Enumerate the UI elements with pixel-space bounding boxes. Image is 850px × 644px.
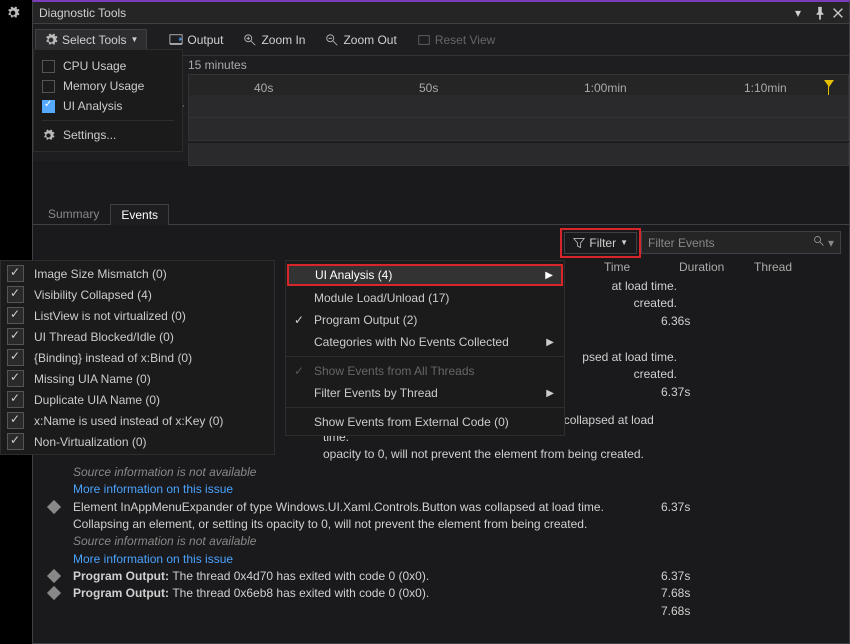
checkbox-checked-icon — [7, 433, 24, 450]
ui-analysis-category-menu: Image Size Mismatch (0) Visibility Colla… — [0, 260, 275, 455]
reset-view-icon — [417, 33, 431, 47]
filter-icon — [573, 237, 585, 249]
checkbox-checked-icon — [7, 391, 24, 408]
tab-events[interactable]: Events — [110, 204, 169, 225]
filter-item-external[interactable]: Show Events from External Code (0) — [286, 411, 564, 433]
select-tools-button[interactable]: Select Tools ▼ — [35, 29, 147, 51]
timeline-track[interactable] — [188, 118, 849, 141]
checkbox-checked-icon — [7, 307, 24, 324]
select-tools-menu: CPU Usage Memory Usage UI Analysis Setti… — [33, 49, 183, 152]
event-time: 7.68s — [661, 603, 711, 620]
event-row[interactable]: Program Output: The thread 0x6eb8 has ex… — [73, 585, 841, 602]
checkbox-checked-icon — [7, 328, 24, 345]
event-time: 6.37s — [661, 384, 711, 401]
output-icon — [169, 33, 183, 47]
timeline-track[interactable] — [188, 95, 849, 118]
category-item[interactable]: Visibility Collapsed (4) — [5, 284, 268, 305]
filter-placeholder: Filter Events — [648, 236, 715, 250]
menu-item-settings[interactable]: Settings... — [42, 125, 174, 145]
category-item[interactable]: Missing UIA Name (0) — [5, 368, 268, 389]
checkbox-checked-icon — [7, 412, 24, 429]
zoom-out-label: Zoom Out — [343, 33, 396, 47]
filter-button[interactable]: Filter ▼ — [564, 232, 637, 254]
category-item[interactable]: UI Thread Blocked/Idle (0) — [5, 326, 268, 347]
output-button[interactable]: Output — [161, 30, 231, 50]
tick-label: 1:10min — [744, 81, 787, 95]
zoom-out-button[interactable]: Zoom Out — [317, 30, 404, 50]
reset-view-button[interactable]: Reset View — [409, 30, 503, 50]
output-label: Output — [187, 33, 223, 47]
select-tools-label: Select Tools — [62, 33, 126, 47]
tick-label: 50s — [419, 81, 438, 95]
menu-item-ui-analysis[interactable]: UI Analysis — [42, 96, 174, 116]
submenu-arrow-icon: ▶ — [545, 270, 553, 281]
checkbox-icon — [42, 80, 55, 93]
category-item[interactable]: Image Size Mismatch (0) — [5, 263, 268, 284]
event-row[interactable]: Element InAppMenuExpander of type Window… — [73, 499, 841, 569]
more-info-link[interactable]: More information on this issue — [73, 551, 681, 568]
filter-item-no-events[interactable]: Categories with No Events Collected ▶ — [286, 331, 564, 353]
window-menu-icon[interactable]: ▾ — [795, 6, 809, 20]
close-icon[interactable] — [831, 6, 845, 20]
tick-label: 1:00min — [584, 81, 627, 95]
checkbox-checked-icon — [7, 349, 24, 366]
submenu-arrow-icon: ▶ — [546, 337, 554, 348]
checkbox-checked-icon — [7, 265, 24, 282]
column-duration[interactable]: Duration — [679, 260, 734, 274]
more-info-link[interactable]: More information on this issue — [73, 481, 681, 498]
timeline-track[interactable] — [188, 143, 849, 166]
column-time[interactable]: Time — [604, 260, 659, 274]
tick-label: 40s — [254, 81, 273, 95]
diamond-icon — [47, 586, 61, 600]
menu-item-cpu-usage[interactable]: CPU Usage — [42, 56, 174, 76]
search-icon[interactable]: ▾ — [813, 235, 834, 250]
checkbox-checked-icon — [42, 100, 55, 113]
filter-item-by-thread[interactable]: Filter Events by Thread ▶ — [286, 382, 564, 404]
category-item[interactable]: ListView is not virtualized (0) — [5, 305, 268, 326]
reset-view-label: Reset View — [435, 33, 495, 47]
tab-summary[interactable]: Summary — [37, 203, 110, 224]
check-icon: ✓ — [294, 313, 304, 327]
category-item[interactable]: {Binding} instead of x:Bind (0) — [5, 347, 268, 368]
category-item[interactable]: Non-Virtualization (0) — [5, 431, 268, 452]
filter-dropdown-menu: UI Analysis (4) ▶ Module Load/Unload (17… — [285, 260, 565, 436]
chevron-down-icon: ▼ — [130, 35, 138, 44]
filter-button-label: Filter — [589, 236, 616, 250]
filter-item-all-threads: ✓ Show Events from All Threads — [286, 360, 564, 382]
gear-icon — [44, 33, 58, 47]
category-item[interactable]: Duplicate UIA Name (0) — [5, 389, 268, 410]
filter-item-module[interactable]: Module Load/Unload (17) — [286, 287, 564, 309]
pin-icon[interactable] — [813, 6, 827, 20]
submenu-arrow-icon: ▶ — [546, 388, 554, 399]
diamond-icon — [47, 499, 61, 513]
filter-events-input[interactable]: Filter Events ▾ — [641, 231, 841, 254]
checkbox-checked-icon — [7, 286, 24, 303]
checkbox-checked-icon — [7, 370, 24, 387]
zoom-in-label: Zoom In — [261, 33, 305, 47]
event-row[interactable]: Program Output: The thread 0x4d70 has ex… — [73, 568, 841, 585]
session-duration-label: 15 minutes — [188, 58, 247, 72]
zoom-out-icon — [325, 33, 339, 47]
menu-item-memory-usage[interactable]: Memory Usage — [42, 76, 174, 96]
event-time: 6.36s — [661, 313, 711, 330]
gear-icon — [42, 129, 55, 142]
gear-icon[interactable] — [6, 6, 20, 20]
zoom-in-button[interactable]: Zoom In — [235, 30, 313, 50]
column-thread[interactable]: Thread — [754, 260, 809, 274]
filter-item-ui-analysis[interactable]: UI Analysis (4) ▶ — [287, 264, 563, 286]
category-item[interactable]: x:Name is used instead of x:Key (0) — [5, 410, 268, 431]
chevron-down-icon: ▼ — [620, 238, 628, 247]
diamond-icon — [47, 569, 61, 583]
panel-title: Diagnostic Tools — [39, 6, 126, 20]
checkbox-icon — [42, 60, 55, 73]
filter-item-program-output[interactable]: ✓ Program Output (2) — [286, 309, 564, 331]
zoom-in-icon — [243, 33, 257, 47]
check-icon: ✓ — [294, 364, 304, 378]
